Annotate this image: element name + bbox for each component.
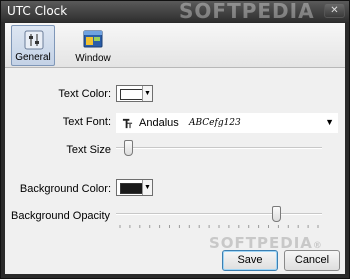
text-color-picker[interactable]: ▼ [116, 85, 153, 102]
window-layout-icon [83, 30, 103, 48]
text-font-label: Text Font: [62, 116, 111, 128]
text-size-slider[interactable] [116, 138, 322, 160]
watermark-top: SOFTPEDIA [179, 0, 315, 23]
text-color-swatch [120, 89, 144, 100]
text-color-label: Text Color: [58, 88, 111, 100]
text-font-select[interactable]: Andalus ABCefg123 ▼ [116, 113, 338, 133]
font-name: Andalus [139, 117, 179, 129]
window-title: UTC Clock [7, 4, 68, 18]
background-opacity-track [116, 213, 322, 215]
chevron-down-icon: ▼ [325, 117, 334, 127]
background-color-label: Background Color: [19, 183, 111, 195]
background-opacity-thumb[interactable] [272, 206, 281, 222]
cancel-button[interactable]: Cancel [284, 250, 340, 271]
truetype-font-icon [122, 118, 133, 129]
close-button[interactable]: ✕ [324, 3, 345, 18]
text-size-label: Text Size [66, 144, 111, 156]
settings-sliders-icon [24, 30, 44, 50]
title-bar[interactable]: UTC Clock SOFTPEDIA ✕ [1, 0, 349, 23]
settings-toolbar: General Window [5, 23, 345, 68]
background-opacity-slider[interactable] [116, 204, 322, 230]
text-size-track [116, 147, 322, 149]
chevron-down-icon: ▼ [142, 180, 152, 195]
slider-ticks [119, 225, 319, 228]
background-color-swatch [120, 183, 144, 194]
font-preview: ABCefg123 [189, 118, 241, 128]
tab-general-label: General [15, 52, 51, 63]
tab-window-label: Window [75, 53, 111, 64]
general-panel: Text Color: ▼ Text Font: Andalus ABCefg1… [5, 68, 345, 274]
save-button[interactable]: Save [222, 250, 278, 271]
background-color-picker[interactable]: ▼ [116, 179, 153, 196]
utc-clock-window: UTC Clock SOFTPEDIA ✕ General Window Tex… [0, 0, 350, 279]
tab-window[interactable]: Window [71, 25, 115, 66]
tab-general[interactable]: General [11, 25, 55, 66]
chevron-down-icon: ▼ [142, 86, 152, 101]
background-opacity-label: Background Opacity [11, 210, 111, 222]
text-size-thumb[interactable] [124, 140, 133, 156]
